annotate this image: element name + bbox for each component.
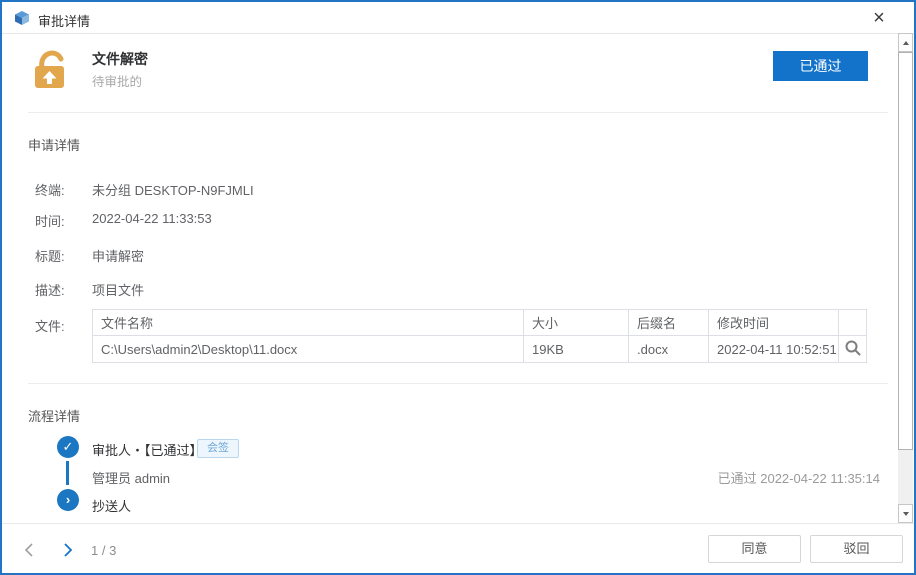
time-label: 时间: (35, 214, 65, 229)
title-value: 申请解密 (92, 249, 145, 264)
countersign-tag: 会签 (197, 439, 239, 458)
request-section-title: 申请详情 (28, 138, 81, 153)
next-page-icon[interactable] (59, 542, 75, 558)
col-header-size: 大小 (523, 309, 629, 336)
divider (28, 112, 888, 113)
scrollbar-thumb[interactable] (898, 52, 913, 450)
col-header-filename: 文件名称 (92, 309, 524, 336)
approver-step-title: 审批人・【已通过】 (92, 443, 203, 458)
request-subtitle: 待审批的 (92, 75, 143, 89)
file-name-cell: C:\Users\admin2\Desktop\11.docx (92, 335, 524, 363)
close-icon[interactable]: × (866, 6, 892, 32)
files-table: 文件名称 大小 后缀名 修改时间 C:\Users\admin2\Desktop… (92, 309, 867, 363)
cc-step-title: 抄送人 (92, 499, 132, 514)
file-size-cell: 19KB (523, 335, 629, 363)
files-table-header-row: 文件名称 大小 后缀名 修改时间 (92, 309, 867, 336)
col-header-actions (838, 309, 867, 336)
approver-name: 管理员 admin (92, 471, 171, 486)
footer-bar: 1 / 3 同意 驳回 (2, 523, 914, 573)
process-section-title: 流程详情 (28, 409, 81, 424)
file-row: C:\Users\admin2\Desktop\11.docx 19KB .do… (92, 335, 867, 363)
files-label: 文件: (35, 319, 65, 334)
status-badge: 已通过 (773, 51, 868, 81)
unlock-icon (33, 45, 67, 89)
step-approved-check-icon: ✓ (57, 436, 79, 458)
col-header-extension: 后缀名 (628, 309, 709, 336)
description-label: 描述: (35, 283, 65, 298)
terminal-label: 终端: (35, 183, 65, 198)
timeline-connector (66, 461, 69, 485)
agree-button[interactable]: 同意 (708, 535, 801, 563)
description-value: 项目文件 (92, 283, 145, 298)
divider (28, 383, 888, 384)
scroll-up-icon[interactable] (898, 33, 913, 52)
reject-button[interactable]: 驳回 (810, 535, 903, 563)
approval-result: 已通过 2022-04-22 11:35:14 (717, 471, 880, 486)
time-value: 2022-04-22 11:33:53 (92, 211, 212, 226)
step-cc-chevron-icon: › (57, 489, 79, 511)
scroll-down-icon[interactable] (898, 504, 913, 523)
prev-page-icon[interactable] (22, 542, 38, 558)
search-icon[interactable] (844, 339, 862, 360)
scrollbar[interactable] (898, 33, 913, 523)
file-modified-cell: 2022-04-11 10:52:51 (708, 335, 839, 363)
terminal-value: 未分组 DESKTOP-N9FJMLI (92, 183, 254, 198)
request-type-title: 文件解密 (92, 51, 148, 67)
file-actions-cell (838, 335, 867, 363)
page-indicator: 1 / 3 (91, 543, 117, 558)
col-header-modified: 修改时间 (708, 309, 839, 336)
file-ext-cell: .docx (628, 335, 709, 363)
title-label: 标题: (35, 249, 65, 264)
app-cube-icon (14, 10, 30, 26)
approval-detail-dialog: 审批详情 × 文件解密 待审批的 已通过 申请详情 终端: 未分组 DESKTO… (0, 0, 916, 575)
title-bar: 审批详情 × (2, 2, 914, 34)
window-title: 审批详情 (38, 14, 91, 29)
